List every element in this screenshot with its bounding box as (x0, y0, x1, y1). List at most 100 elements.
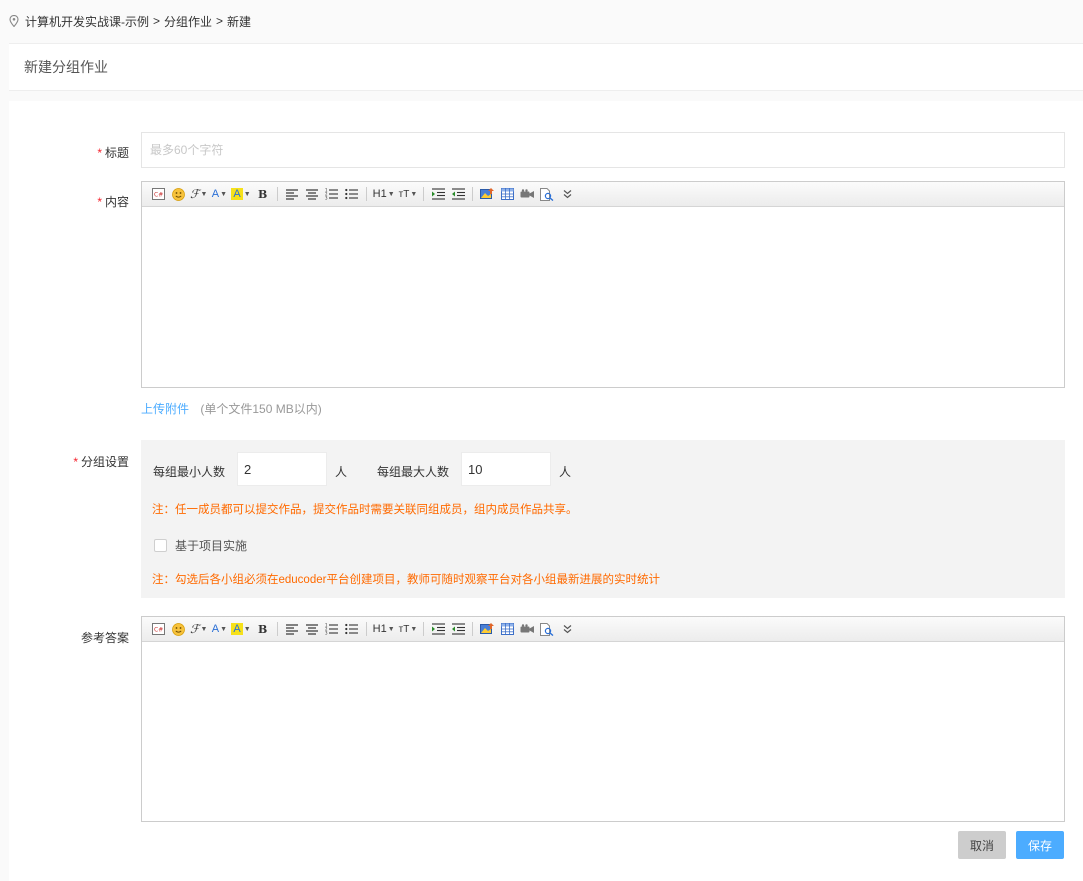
emoji-icon[interactable] (170, 185, 186, 203)
font-color-glyph: A (211, 623, 220, 635)
bold-icon[interactable]: B (255, 185, 271, 203)
min-members-input[interactable] (237, 452, 327, 486)
project-based-note: 注：勾选后各小组必须在educoder平台创建项目，教师可随时观察平台对各小组最… (152, 574, 660, 586)
max-members-input[interactable] (461, 452, 551, 486)
group-settings-label-text: 分组设置 (80, 455, 129, 469)
project-based-checkbox[interactable] (154, 539, 167, 552)
breadcrumb-course[interactable]: 计算机开发实战课-示例 (25, 13, 149, 30)
bg-color-glyph: A (231, 623, 243, 635)
font-family-icon[interactable]: ℱ ▼ (190, 185, 207, 203)
toolbar-divider (365, 622, 367, 636)
required-mark: * (97, 146, 102, 160)
content-editor-toolbar: C# ℱ ▼ A ▼ A ▼ B 123 H1 ▼ тT ▼ (142, 182, 1064, 207)
unordered-list-icon[interactable] (344, 620, 360, 638)
heading-glyph: H1 (372, 623, 387, 635)
background-color-icon[interactable]: A ▼ (231, 620, 251, 638)
min-members-unit: 人 (335, 465, 348, 479)
align-center-icon[interactable] (304, 185, 320, 203)
unordered-list-icon[interactable] (344, 185, 360, 203)
ordered-list-icon[interactable]: 123 (324, 185, 340, 203)
bold-glyph: B (258, 622, 268, 636)
video-icon[interactable] (519, 185, 535, 203)
expand-more-icon[interactable] (559, 620, 575, 638)
location-pin-icon (9, 15, 19, 27)
bold-icon[interactable]: B (255, 620, 271, 638)
reference-editor-body[interactable] (142, 642, 1064, 821)
cancel-button[interactable]: 取消 (958, 831, 1006, 859)
svg-text:C#: C# (154, 627, 163, 634)
min-members-label: 每组最小人数 (153, 465, 226, 479)
group-settings-label: * 分组设置 (9, 453, 129, 470)
heading-icon[interactable]: H1 ▼ (373, 620, 395, 638)
save-button[interactable]: 保存 (1016, 831, 1064, 859)
breadcrumb-separator: > (153, 14, 161, 28)
reference-answer-label-text: 参考答案 (80, 631, 129, 645)
video-icon[interactable] (519, 620, 535, 638)
background-color-icon[interactable]: A ▼ (231, 185, 251, 203)
toolbar-divider (423, 187, 425, 201)
content-label: * 内容 (9, 193, 129, 210)
content-editor-body[interactable] (142, 207, 1064, 387)
upload-row: 上传附件 (单个文件150 MB以内) (141, 400, 322, 417)
toolbar-divider (423, 622, 425, 636)
outdent-icon[interactable] (450, 185, 466, 203)
font-family-glyph: ℱ (190, 622, 200, 636)
bold-glyph: B (258, 187, 268, 201)
breadcrumb-group-homework[interactable]: 分组作业 (164, 13, 212, 30)
image-icon[interactable] (479, 185, 495, 203)
breadcrumb: 计算机开发实战课-示例 > 分组作业 > 新建 (9, 11, 251, 31)
expand-more-icon[interactable] (559, 185, 575, 203)
heading-icon[interactable]: H1 ▼ (373, 185, 395, 203)
page-title: 新建分组作业 (24, 59, 108, 75)
table-icon[interactable] (499, 185, 515, 203)
title-label: * 标题 (9, 144, 129, 161)
align-left-icon[interactable] (284, 185, 300, 203)
group-settings-panel: 每组最小人数 人 每组最大人数 人 注：任一成员都可以提交作品，提交作品时需要关… (141, 440, 1065, 598)
source-code-icon[interactable]: C# (150, 185, 166, 203)
heading-glyph: H1 (372, 188, 387, 200)
font-color-icon[interactable]: A ▼ (211, 185, 227, 203)
ordered-list-icon[interactable]: 123 (324, 620, 340, 638)
upload-size-hint: (单个文件150 MB以内) (200, 402, 322, 416)
project-based-label: 基于项目实施 (175, 539, 248, 553)
font-size-icon[interactable]: тT ▼ (399, 620, 418, 638)
preview-icon[interactable] (539, 185, 555, 203)
upload-attachment-link[interactable]: 上传附件 (141, 402, 189, 416)
title-label-text: 标题 (104, 146, 129, 160)
group-submission-note: 注：任一成员都可以提交作品，提交作品时需要关联同组成员，组内成员作品共享。 (152, 504, 578, 516)
font-size-glyph: тT (398, 623, 410, 635)
homework-form: *标题 *内容 C# ℱ▼ A▼ A▼ B 123 H1▼ тT▼ (9, 101, 1083, 881)
emoji-icon[interactable] (170, 620, 186, 638)
content-editor: C# ℱ ▼ A ▼ A ▼ B 123 H1 ▼ тT ▼ (141, 181, 1065, 388)
outdent-icon[interactable] (450, 620, 466, 638)
toolbar-divider (276, 622, 278, 636)
content-label-text: 内容 (104, 195, 129, 209)
toolbar-divider (365, 187, 367, 201)
toolbar-divider (472, 187, 474, 201)
toolbar-divider (276, 187, 278, 201)
reference-editor-toolbar: C# ℱ ▼ A ▼ A ▼ B 123 H1 ▼ тT ▼ (142, 617, 1064, 642)
align-center-icon[interactable] (304, 620, 320, 638)
source-code-icon[interactable]: C# (150, 620, 166, 638)
image-icon[interactable] (479, 620, 495, 638)
title-input[interactable] (141, 132, 1065, 168)
font-family-icon[interactable]: ℱ ▼ (190, 620, 207, 638)
font-color-icon[interactable]: A ▼ (211, 620, 227, 638)
preview-icon[interactable] (539, 620, 555, 638)
font-family-glyph: ℱ (190, 187, 200, 201)
font-size-icon[interactable]: тT ▼ (399, 185, 418, 203)
project-based-option[interactable]: 基于项目实施 (154, 537, 247, 554)
svg-text:3: 3 (325, 196, 328, 201)
svg-text:3: 3 (325, 631, 328, 636)
font-color-glyph: A (211, 188, 220, 200)
reference-answer-label: 参考答案 (9, 629, 129, 646)
required-mark: * (97, 195, 102, 209)
indent-icon[interactable] (430, 620, 446, 638)
table-icon[interactable] (499, 620, 515, 638)
align-left-icon[interactable] (284, 620, 300, 638)
page-title-card: 新建分组作业 (9, 43, 1083, 91)
indent-icon[interactable] (430, 185, 446, 203)
breadcrumb-current: 新建 (227, 14, 252, 29)
reference-editor: C# ℱ ▼ A ▼ A ▼ B 123 H1 ▼ тT ▼ (141, 616, 1065, 822)
max-members-label: 每组最大人数 (377, 465, 450, 479)
